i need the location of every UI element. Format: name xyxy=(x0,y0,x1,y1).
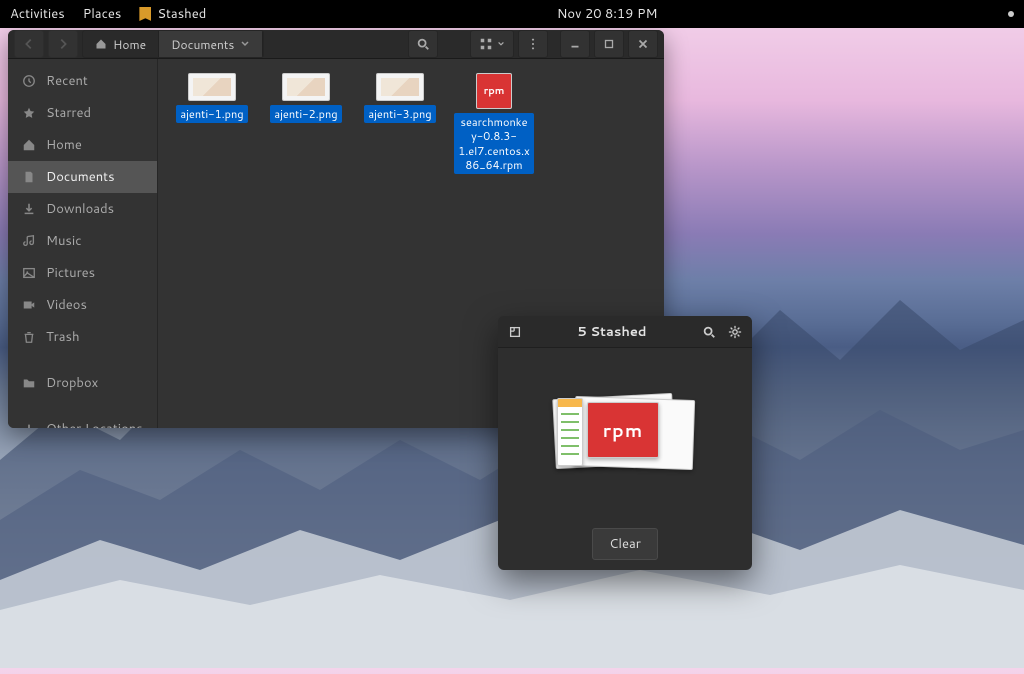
stashed-header: 5 Stashed xyxy=(498,316,752,348)
music-icon xyxy=(22,234,36,248)
search-button[interactable] xyxy=(408,30,438,58)
plus-icon xyxy=(22,422,36,428)
stashed-body[interactable]: rpm xyxy=(498,348,752,518)
sidebar-item-label: Dropbox xyxy=(46,374,98,392)
chevron-down-icon xyxy=(240,39,250,49)
hamburger-menu-button[interactable] xyxy=(518,30,548,58)
stashed-search-icon[interactable] xyxy=(700,323,718,341)
star-icon xyxy=(22,106,36,120)
trash-icon xyxy=(22,330,36,344)
app-menu-label: Stashed xyxy=(157,5,206,23)
places-menu[interactable]: Places xyxy=(83,5,122,23)
window-minimize-button[interactable] xyxy=(560,30,590,58)
breadcrumb-home[interactable]: Home xyxy=(83,31,159,57)
documents-icon xyxy=(22,170,36,184)
clock-icon xyxy=(22,74,36,88)
sidebar-item-label: Downloads xyxy=(46,200,114,218)
image-thumbnail xyxy=(188,73,236,101)
activities-button[interactable]: Activities xyxy=(10,5,65,23)
sidebar-item-label: Other Locations xyxy=(46,420,143,428)
stashed-thumb xyxy=(557,398,583,466)
gnome-topbar: Activities Places Stashed Nov 20 8:19 PM xyxy=(0,0,1024,28)
image-thumbnail xyxy=(376,73,424,101)
stashed-stack[interactable]: rpm xyxy=(559,394,691,472)
sidebar-item-label: Trash xyxy=(46,328,80,346)
sidebar-item-music[interactable]: Music xyxy=(8,225,157,257)
sidebar-item-downloads[interactable]: Downloads xyxy=(8,193,157,225)
places-sidebar: Recent Starred Home Documents Downloads Music… xyxy=(8,59,158,428)
nav-back-button[interactable] xyxy=(14,30,44,58)
popout-icon[interactable] xyxy=(506,323,524,341)
image-thumbnail xyxy=(282,73,330,101)
nav-forward-button[interactable] xyxy=(48,30,78,58)
sidebar-item-label: Documents xyxy=(46,168,115,186)
videos-icon xyxy=(22,298,36,312)
window-close-button[interactable] xyxy=(628,30,658,58)
stash-app-icon xyxy=(139,7,151,21)
downloads-icon xyxy=(22,202,36,216)
file-label: ajenti-1.png xyxy=(176,105,247,123)
rpm-icon: rpm xyxy=(476,73,512,109)
sidebar-item-documents[interactable]: Documents xyxy=(8,161,157,193)
file-label: ajenti-2.png xyxy=(270,105,341,123)
clear-button[interactable]: Clear xyxy=(592,528,658,560)
clock[interactable]: Nov 20 8:19 PM xyxy=(557,5,658,23)
sidebar-item-videos[interactable]: Videos xyxy=(8,289,157,321)
stashed-settings-icon[interactable] xyxy=(726,323,744,341)
sidebar-item-other-locations[interactable]: Other Locations xyxy=(8,413,157,428)
stashed-title: 5 Stashed xyxy=(524,323,700,341)
sidebar-item-label: Videos xyxy=(46,296,87,314)
sidebar-item-label: Starred xyxy=(46,104,91,122)
file-item[interactable]: ajenti-2.png xyxy=(266,73,346,174)
file-label: ajenti-3.png xyxy=(364,105,435,123)
app-menu[interactable]: Stashed xyxy=(139,5,206,23)
folder-icon xyxy=(22,376,36,390)
home-icon xyxy=(22,138,36,152)
sidebar-item-label: Home xyxy=(46,136,82,154)
view-toggle-button[interactable] xyxy=(470,30,514,58)
file-item[interactable]: ajenti-3.png xyxy=(360,73,440,174)
sidebar-item-starred[interactable]: Starred xyxy=(8,97,157,129)
breadcrumb-label: Home xyxy=(113,36,146,53)
sidebar-item-dropbox[interactable]: Dropbox xyxy=(8,367,157,399)
sidebar-item-pictures[interactable]: Pictures xyxy=(8,257,157,289)
file-label: searchmonkey-0.8.3-1.el7.centos.x86_64.r… xyxy=(454,113,534,174)
status-indicator-icon[interactable] xyxy=(1008,11,1014,17)
sidebar-item-trash[interactable]: Trash xyxy=(8,321,157,353)
sidebar-item-label: Music xyxy=(46,232,82,250)
window-maximize-button[interactable] xyxy=(594,30,624,58)
sidebar-item-label: Recent xyxy=(46,72,88,90)
pictures-icon xyxy=(22,266,36,280)
stashed-rpm-thumb: rpm xyxy=(587,402,659,458)
file-manager-headerbar: Home Documents xyxy=(8,30,664,59)
stashed-popup: 5 Stashed rpm Clear xyxy=(498,316,752,570)
home-icon xyxy=(95,38,107,50)
sidebar-item-label: Pictures xyxy=(46,264,95,282)
sidebar-item-recent[interactable]: Recent xyxy=(8,65,157,97)
breadcrumb-documents[interactable]: Documents xyxy=(159,31,263,57)
file-item[interactable]: ajenti-1.png xyxy=(172,73,252,174)
file-item[interactable]: rpm searchmonkey-0.8.3-1.el7.centos.x86_6… xyxy=(454,73,534,174)
sidebar-item-home[interactable]: Home xyxy=(8,129,157,161)
path-bar[interactable]: Home Documents xyxy=(82,30,264,58)
breadcrumb-label: Documents xyxy=(171,36,234,53)
